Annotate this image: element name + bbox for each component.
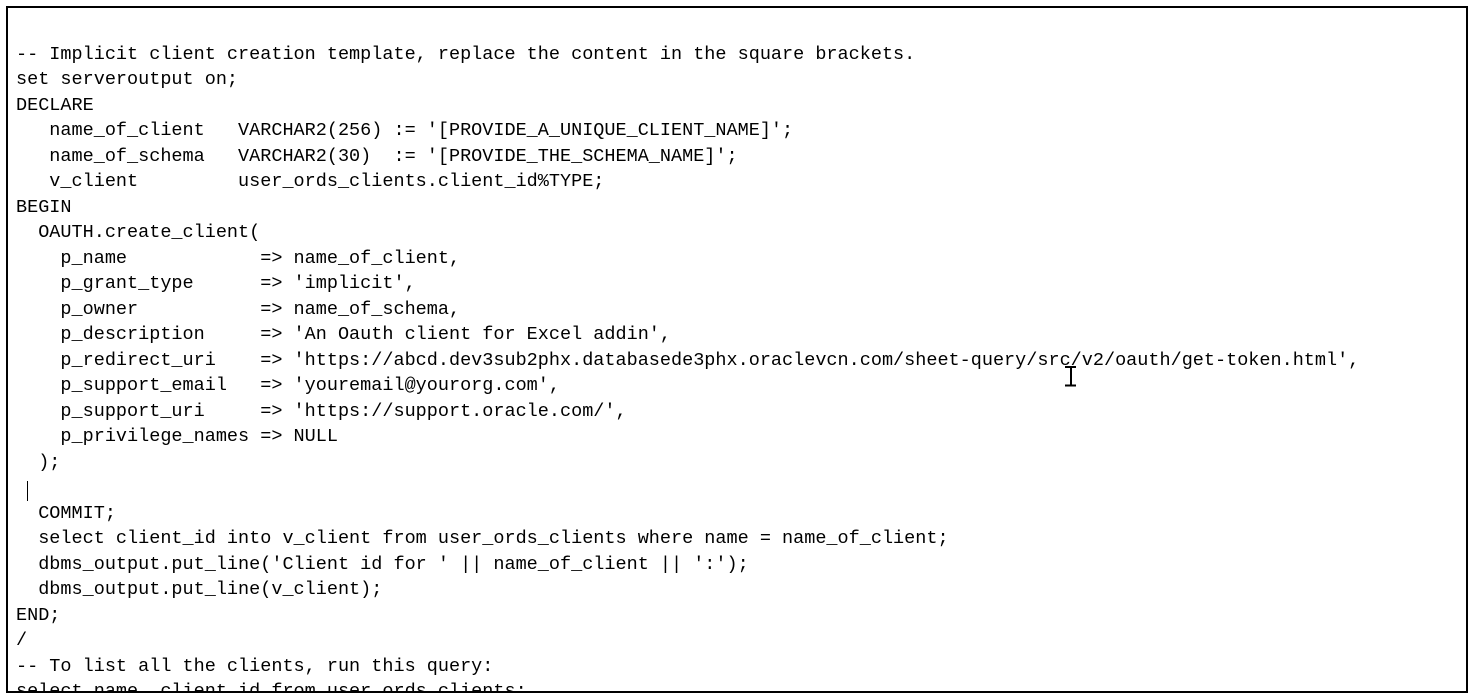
code-line: / <box>16 630 27 651</box>
code-line: p_name => name_of_client, <box>16 248 460 269</box>
code-line: p_owner => name_of_schema, <box>16 299 460 320</box>
code-line: p_support_email => 'youremail@yourorg.co… <box>16 375 560 396</box>
text-caret <box>27 481 28 501</box>
code-line: name_of_schema VARCHAR2(30) := '[PROVIDE… <box>16 146 738 167</box>
code-line: COMMIT; <box>16 503 116 524</box>
code-line: dbms_output.put_line(v_client); <box>16 579 382 600</box>
code-line: name_of_client VARCHAR2(256) := '[PROVID… <box>16 120 793 141</box>
code-line: v_client user_ords_clients.client_id%TYP… <box>16 171 604 192</box>
code-line: p_support_uri => 'https://support.oracle… <box>16 401 627 422</box>
code-line: ); <box>16 452 60 473</box>
code-line: select name, client_id from user_ords_cl… <box>16 681 527 693</box>
code-line: BEGIN <box>16 197 72 218</box>
code-line <box>16 477 27 498</box>
code-line: END; <box>16 605 60 626</box>
code-line: set serveroutput on; <box>16 69 238 90</box>
code-line: dbms_output.put_line('Client id for ' ||… <box>16 554 749 575</box>
code-line: -- Implicit client creation template, re… <box>16 44 915 65</box>
code-line: p_description => 'An Oauth client for Ex… <box>16 324 671 345</box>
code-line: p_redirect_uri => 'https://abcd.dev3sub2… <box>16 350 1359 371</box>
code-line: DECLARE <box>16 95 94 116</box>
code-block[interactable]: -- Implicit client creation template, re… <box>16 16 1454 693</box>
code-line: OAUTH.create_client( <box>16 222 260 243</box>
code-container: -- Implicit client creation template, re… <box>6 6 1468 693</box>
code-line: select client_id into v_client from user… <box>16 528 949 549</box>
code-line: p_privilege_names => NULL <box>16 426 338 447</box>
code-line: -- To list all the clients, run this que… <box>16 656 493 677</box>
code-line: p_grant_type => 'implicit', <box>16 273 416 294</box>
